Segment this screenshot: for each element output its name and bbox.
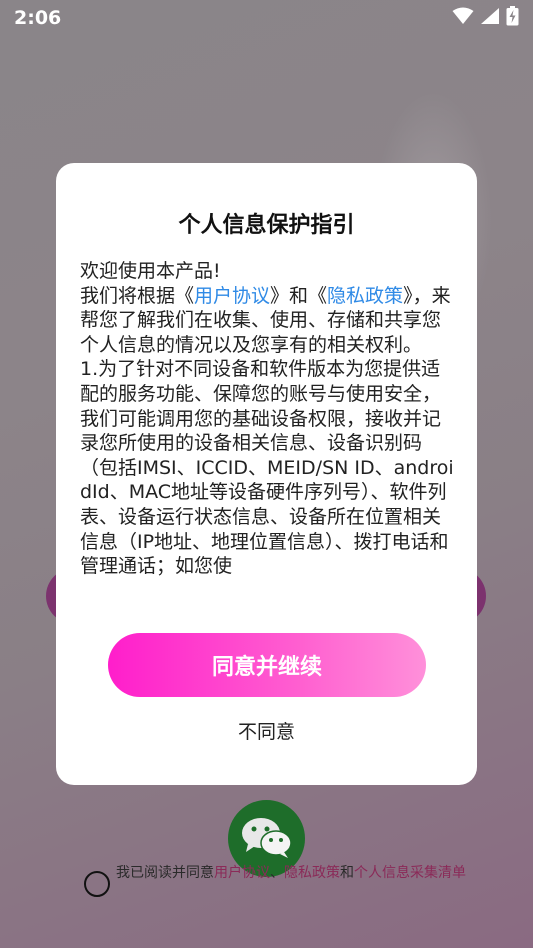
wechat-icon [240,815,294,863]
agreement-separator: 、 [270,865,284,881]
disagree-button[interactable]: 不同意 [56,717,477,744]
user-agreement-link[interactable]: 用户协议 [194,285,270,307]
status-bar: 2:06 [0,0,533,36]
welcome-text: 欢迎使用本产品! [80,260,221,282]
signal-icon [480,7,500,29]
status-time: 2:06 [14,7,62,29]
privacy-dialog: 个人信息保护指引 欢迎使用本产品! 我们将根据《用户协议》和《隐私政策》，来帮您… [56,163,477,785]
agreement-privacy-link[interactable]: 隐私政策 [284,865,340,881]
dialog-title: 个人信息保护指引 [178,213,355,238]
agreement-user-link[interactable]: 用户协议 [214,865,270,881]
agreement-personal-info-link[interactable]: 个人信息采集清单 [354,865,466,881]
agreement-row: 我已阅读并同意用户协议、隐私政策和个人信息采集清单 [84,863,484,897]
intro-mid: 》和《 [270,284,328,307]
agreement-text: 我已阅读并同意用户协议、隐私政策和个人信息采集清单 [116,863,466,883]
dialog-body[interactable]: 欢迎使用本产品! 我们将根据《用户协议》和《隐私政策》，来帮您了解我们在收集、使… [80,259,456,585]
agree-continue-button[interactable]: 同意并继续 [108,633,426,697]
status-icons [452,6,519,30]
intro-prefix: 我们将根据《 [80,284,195,307]
agreement-and: 和 [340,865,354,881]
wifi-icon [452,7,474,29]
agreement-prefix: 我已阅读并同意 [116,865,214,881]
battery-charging-icon [506,6,519,30]
agreement-checkbox[interactable] [84,871,110,897]
privacy-policy-link[interactable]: 隐私政策 [327,285,403,307]
item-1-text: 1.为了针对不同设备和软件版本为您提供适配的服务功能、保障您的账号与使用安全，我… [80,358,454,578]
intro-paragraph: 我们将根据《用户协议》和《隐私政策》，来帮您了解我们在收集、使用、存储和共享您个… [80,284,456,358]
